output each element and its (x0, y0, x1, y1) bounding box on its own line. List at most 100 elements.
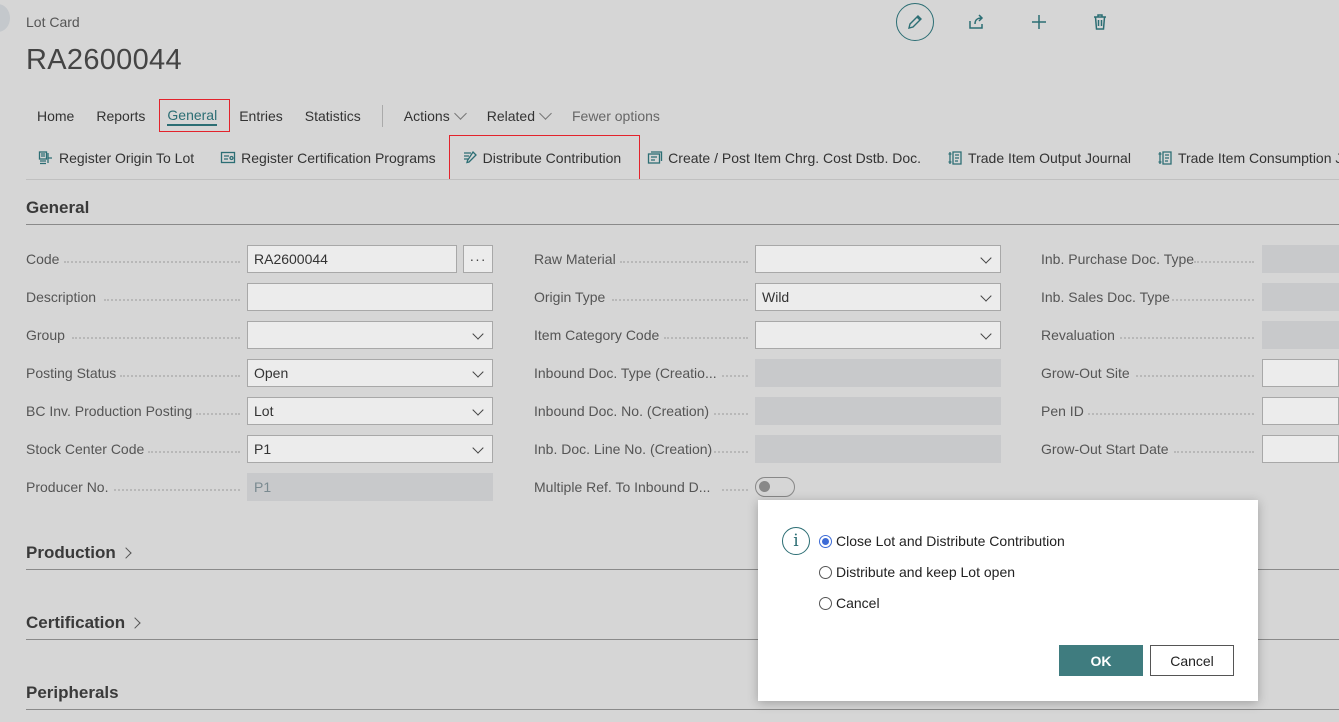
page-title: RA2600044 (26, 44, 182, 76)
inbound-doc-no-field (755, 397, 1001, 425)
stock-center-code-label: Stock Center Code (26, 441, 145, 457)
code-input[interactable]: RA2600044 (247, 245, 457, 273)
multiple-ref-toggle[interactable] (755, 477, 795, 497)
radio-distribute-keep-open[interactable] (819, 565, 832, 579)
chevron-down-icon (453, 107, 467, 120)
grow-out-site-input[interactable] (1262, 359, 1339, 387)
option-cancel-label: Cancel (836, 595, 880, 611)
producer-no-value: P1 (254, 479, 272, 495)
raw-material-select[interactable] (755, 245, 1001, 273)
tab-statistics[interactable]: Statistics (294, 100, 372, 132)
option-close-and-distribute[interactable]: Close Lot and Distribute Contribution (819, 533, 1065, 549)
chevron-down-icon (980, 252, 992, 264)
description-input[interactable] (247, 283, 493, 311)
register-origin-label: Register Origin To Lot (59, 150, 195, 166)
leader-dots (620, 261, 748, 263)
code-label: Code (26, 251, 60, 267)
chevron-right-icon (120, 547, 132, 559)
origin-type-select[interactable]: Wild (755, 283, 1001, 311)
edit-button[interactable] (896, 3, 934, 41)
leader-dots (664, 337, 748, 339)
share-button[interactable] (962, 8, 990, 36)
create-post-item-charge-button[interactable]: Create / Post Item Chrg. Cost Dstb. Doc. (634, 137, 934, 179)
trade-item-consumption-journal-button[interactable]: Trade Item Consumption Jo (1144, 137, 1339, 179)
group-select[interactable] (247, 321, 493, 349)
section-certification-title: Certification (26, 613, 126, 632)
stock-center-code-value: P1 (254, 441, 272, 457)
section-peripherals-header[interactable]: Peripherals (26, 683, 119, 703)
leader-dots (1136, 375, 1254, 377)
leader-dots (714, 451, 748, 453)
info-icon: i (782, 527, 810, 555)
origin-type-label: Origin Type (534, 289, 606, 305)
tab-home[interactable]: Home (26, 100, 85, 132)
grow-out-start-date-label: Grow-Out Start Date (1041, 441, 1169, 457)
tab-reports[interactable]: Reports (85, 100, 156, 132)
section-production-header[interactable]: Production (26, 543, 132, 563)
option-distribute-keep-open-label: Distribute and keep Lot open (836, 564, 1016, 580)
edit-icon (908, 15, 922, 29)
cancel-button[interactable]: Cancel (1150, 645, 1234, 676)
add-button[interactable] (1025, 8, 1053, 36)
bc-inv-production-posting-label: BC Inv. Production Posting (26, 403, 193, 419)
tab-actions[interactable]: Actions (393, 100, 476, 132)
pen-id-input[interactable] (1262, 397, 1339, 425)
code-lookup-button[interactable]: ··· (463, 245, 493, 273)
inb-sales-doc-type-label: Inb. Sales Doc. Type (1041, 289, 1170, 305)
tab-related[interactable]: Related (476, 100, 561, 132)
group-label: Group (26, 327, 65, 343)
chevron-down-icon (472, 404, 484, 416)
pen-id-label: Pen ID (1041, 403, 1084, 419)
register-origin-icon (38, 151, 52, 165)
item-category-code-select[interactable] (755, 321, 1001, 349)
leader-dots (1172, 299, 1254, 301)
bc-inv-production-posting-value: Lot (254, 403, 274, 419)
delete-button[interactable] (1086, 8, 1114, 36)
item-category-code-label: Item Category Code (534, 327, 660, 343)
register-certification-label: Register Certification Programs (241, 150, 436, 166)
tab-fewer-options[interactable]: Fewer options (561, 100, 671, 132)
leader-dots (64, 261, 240, 263)
action-bar: Register Origin To Lot Register Certific… (26, 137, 1339, 179)
leader-dots (1174, 451, 1254, 453)
option-cancel[interactable]: Cancel (819, 595, 880, 611)
stock-center-code-select[interactable]: P1 (247, 435, 493, 463)
chevron-down-icon (472, 442, 484, 454)
grow-out-start-date-input[interactable] (1262, 435, 1339, 463)
section-production-title: Production (26, 543, 116, 562)
revaluation-label: Revaluation (1041, 327, 1115, 343)
register-certification-button[interactable]: Register Certification Programs (207, 137, 449, 179)
inb-doc-line-no-field (755, 435, 1001, 463)
inbound-doc-no-label: Inbound Doc. No. (Creation) (534, 403, 710, 419)
leader-dots (1088, 413, 1254, 415)
origin-type-value: Wild (762, 289, 790, 305)
leader-dots (120, 375, 240, 377)
tab-entries[interactable]: Entries (228, 100, 294, 132)
radio-cancel[interactable] (819, 596, 832, 610)
leader-dots (722, 489, 748, 491)
highlight-general-tab (159, 99, 230, 132)
journal-icon (948, 151, 962, 165)
register-origin-button[interactable]: Register Origin To Lot (26, 137, 207, 179)
producer-no-field: P1 (247, 473, 493, 501)
tab-separator (381, 105, 383, 127)
multiple-ref-label: Multiple Ref. To Inbound D... (534, 479, 711, 495)
share-icon (969, 14, 984, 29)
posting-status-select[interactable]: Open (247, 359, 493, 387)
leader-dots (114, 489, 240, 491)
trade-item-output-journal-button[interactable]: Trade Item Output Journal (934, 137, 1144, 179)
description-label: Description (26, 289, 97, 305)
section-certification-header[interactable]: Certification (26, 613, 141, 633)
chevron-down-icon (980, 328, 992, 340)
posting-status-value: Open (254, 365, 289, 381)
ok-button[interactable]: OK (1059, 645, 1143, 676)
trade-item-consumption-journal-label: Trade Item Consumption Jo (1177, 150, 1339, 166)
toggle-knob (759, 481, 770, 492)
leader-dots (612, 299, 748, 301)
bc-inv-production-posting-select[interactable]: Lot (247, 397, 493, 425)
option-distribute-keep-open[interactable]: Distribute and keep Lot open (819, 564, 1015, 580)
trade-item-output-journal-label: Trade Item Output Journal (968, 150, 1131, 166)
producer-no-label: Producer No. (26, 479, 109, 495)
section-general-header[interactable]: General (26, 198, 89, 218)
radio-close-and-distribute[interactable] (819, 534, 832, 548)
